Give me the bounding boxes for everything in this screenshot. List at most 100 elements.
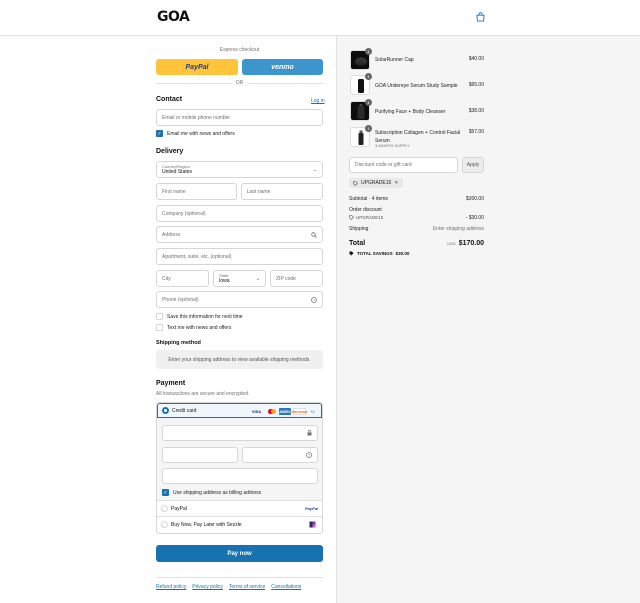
paypal-logo-icon: PayPal [305,506,319,511]
payment-methods: Credit card VISA AMEX DISCOVER +2 ? ✓ Us… [156,402,323,534]
login-link[interactable]: Log in [311,98,325,104]
shipping-method-title: Shipping method [156,340,201,346]
subtotal-value: $200.00 [465,196,484,202]
payment-title: Payment [156,380,186,387]
zip-placeholder: ZIP code [276,275,296,282]
visa-icon: VISA [251,409,262,414]
discount-code-field[interactable]: Discount code or gift card [349,157,458,173]
paypal-option[interactable]: PayPal PayPal [157,501,322,517]
news-checkbox[interactable]: ✓ [156,130,163,137]
paypal-express-button[interactable]: PayPal [156,59,238,75]
phone-placeholder: Phone (optional) [162,296,199,303]
paypal-radio[interactable] [161,505,168,512]
total-savings-row: TOTAL SAVINGS $30.00 [349,251,409,256]
item-price: $57.00 [468,129,484,135]
more-brands-label: +2 [310,409,315,414]
news-checkbox-label: Email me with news and offers [167,130,235,137]
shopping-bag-icon[interactable] [476,12,485,22]
city-placeholder: City [162,275,171,282]
address-placeholder: Address [162,231,181,238]
item-name: Purifying Face + Body Cleanser [375,109,446,115]
save-info-checkbox[interactable] [156,313,163,320]
news-checkbox-row[interactable]: ✓ Email me with news and offers [156,130,235,137]
phone-field[interactable]: Phone (optional) ? [156,291,323,308]
security-code-field[interactable]: ? [242,447,318,463]
venmo-express-button[interactable]: venmo [242,59,323,75]
refund-policy-link[interactable]: Refund policy [156,584,186,590]
quantity-badge: 1 [365,48,372,55]
or-divider: OR [156,80,323,86]
tag-icon [353,180,358,186]
last-name-field[interactable]: Last name [241,183,323,200]
billing-address-row[interactable]: ✓ Use shipping address as billing addres… [162,489,261,496]
product-thumbnail: 1 [350,73,372,95]
country-select[interactable]: Country/Region United States ⌄ [156,161,323,178]
tag-icon [349,215,354,220]
cancellations-link[interactable]: Cancellations [271,584,301,590]
credit-card-option[interactable]: Credit card VISA AMEX DISCOVER +2 [157,403,322,418]
company-field[interactable]: Company (optional) [156,205,323,222]
zip-field[interactable]: ZIP code [270,270,323,287]
address-field[interactable]: Address [156,226,323,243]
quantity-badge: 1 [365,73,372,80]
expiration-field[interactable] [162,447,238,463]
applied-discount-code: UPGRADE15 [361,180,392,186]
credit-card-label: Credit card [172,408,197,414]
privacy-policy-link[interactable]: Privacy policy [192,584,223,590]
first-name-placeholder: First name [162,188,186,195]
city-field[interactable]: City [156,270,209,287]
help-icon[interactable]: ? [306,452,312,458]
remove-discount-icon[interactable]: ✕ [394,180,398,186]
product-thumbnail: 1 [350,48,372,70]
sezzle-option[interactable]: Buy Now, Pay Later with Sezzle [157,517,322,533]
applied-discount-tag: UPGRADE15 ✕ [349,178,403,188]
text-news-label: Text me with news and offers [167,324,232,331]
last-name-placeholder: Last name [247,188,271,195]
total-value: $170.00 [458,240,484,247]
item-name: SolarRunner Cap [375,57,414,63]
first-name-field[interactable]: First name [156,183,237,200]
contact-title: Contact [156,96,183,103]
discount-code-text: UPGRADE15 [356,215,384,220]
credit-card-form: ? ✓ Use shipping address as billing addr… [157,418,322,501]
chevron-down-icon: ⌄ [312,166,317,173]
terms-of-service-link[interactable]: Terms of service [229,584,265,590]
search-icon [311,231,317,238]
product-thumbnail: 1 [350,99,372,121]
discover-icon: DISCOVER [291,408,308,415]
credit-card-radio[interactable] [162,407,169,414]
card-number-field[interactable] [162,425,318,441]
paypal-option-label: PayPal [171,506,187,512]
sezzle-icon [309,521,316,528]
save-info-label: Save this information for next time [167,313,243,320]
store-logo[interactable]: GOA [157,9,190,25]
footer-links: Refund policy Privacy policy Terms of se… [156,584,301,590]
total-row: USD $170.00 [447,240,484,247]
item-price: $65.00 [468,82,484,88]
billing-address-checkbox[interactable]: ✓ [162,489,169,496]
name-on-card-field[interactable] [162,468,318,484]
sezzle-radio[interactable] [161,521,168,528]
state-value: Iowa [219,278,230,284]
state-select[interactable]: State Iowa ⌄ [213,270,266,287]
lock-icon [307,430,312,436]
currency-label: USD [447,241,456,246]
item-name: GOA Undereye Serum Study Sample [375,83,458,89]
help-icon[interactable]: ? [311,296,317,303]
text-news-row[interactable]: Text me with news and offers [156,324,231,331]
order-summary-panel [337,36,640,603]
shipping-method-notice: Enter your shipping address to view avai… [156,350,323,369]
apply-discount-button[interactable]: Apply [462,157,484,173]
discount-placeholder: Discount code or gift card [355,162,412,168]
header: GOA [0,0,640,36]
email-field[interactable]: Email or mobile phone number [156,109,323,126]
item-price: $40.00 [468,56,484,62]
shipping-value: Enter shipping address [432,226,484,232]
text-news-checkbox[interactable] [156,324,163,331]
apartment-placeholder: Apartment, suite, etc. (optional) [162,253,232,260]
apartment-field[interactable]: Apartment, suite, etc. (optional) [156,248,323,265]
email-placeholder: Email or mobile phone number [162,114,231,121]
pay-now-button[interactable]: Pay now [156,545,323,562]
sezzle-option-label: Buy Now, Pay Later with Sezzle [171,522,242,528]
save-info-row[interactable]: Save this information for next time [156,313,243,320]
